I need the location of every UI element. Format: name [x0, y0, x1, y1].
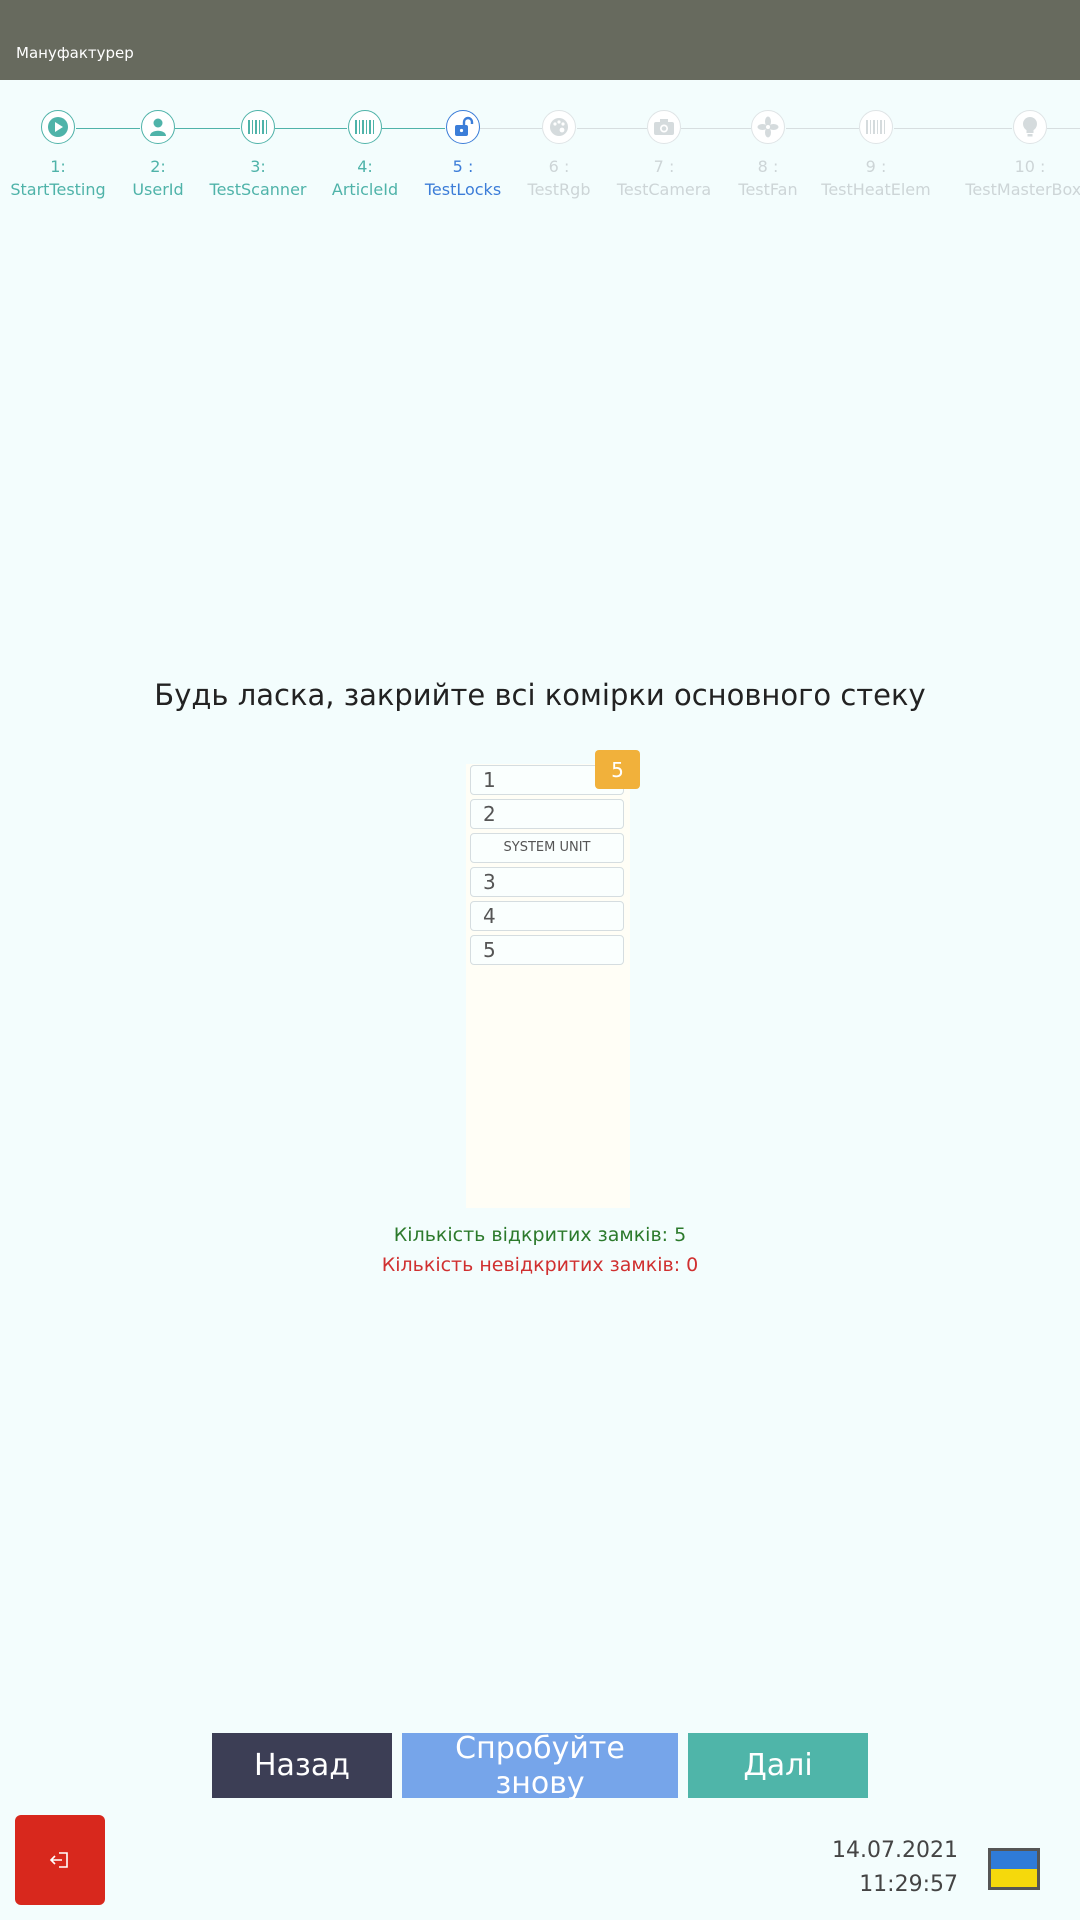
current-time: 11:29:57	[859, 1872, 958, 1897]
system-unit-cell: SYSTEM UNIT	[470, 833, 624, 863]
step-test-master-box-light[interactable]: 10 : TestMasterBoxLi	[960, 110, 1080, 202]
instruction-text: Будь ласка, закрийте всі комірки основно…	[154, 678, 926, 712]
step-label: TestHeatElem	[821, 180, 931, 199]
top-bar: Мануфактурер	[0, 0, 1080, 80]
play-icon	[41, 110, 75, 144]
app-title: Мануфактурер	[16, 44, 134, 62]
cell-number: 1	[483, 768, 496, 792]
open-count-badge: 5	[595, 750, 640, 789]
user-icon	[141, 110, 175, 144]
step-number: 10 :	[1014, 157, 1046, 176]
next-button[interactable]: Далі	[688, 1733, 868, 1798]
fan-icon	[751, 110, 785, 144]
palette-icon	[542, 110, 576, 144]
lock-cell-5[interactable]: 5	[470, 935, 624, 965]
system-unit-label: SYSTEM UNIT	[503, 840, 591, 855]
lock-stack	[466, 764, 630, 1208]
logout-button[interactable]	[15, 1815, 105, 1905]
barcode-icon	[241, 110, 275, 144]
cell-number: 2	[483, 802, 496, 826]
progress-stepper: 1: StartTesting 2: UserId 3: TestScanner…	[0, 110, 1080, 210]
cell-number: 4	[483, 904, 496, 928]
barcode-icon	[859, 110, 893, 144]
closed-locks-count: Кількість невідкритих замків: 0	[381, 1254, 699, 1276]
cell-number: 5	[483, 938, 496, 962]
language-flag-icon[interactable]	[988, 1848, 1040, 1890]
barcode-icon	[348, 110, 382, 144]
retry-button[interactable]: Спробуйте знову	[402, 1731, 678, 1801]
unlock-icon	[446, 110, 480, 144]
open-locks-count: Кількість відкритих замків: 5	[393, 1224, 687, 1246]
current-date: 14.07.2021	[832, 1838, 958, 1863]
cell-number: 3	[483, 870, 496, 894]
lock-cell-3[interactable]: 3	[470, 867, 624, 897]
flag-blue-stripe	[991, 1851, 1037, 1869]
back-button[interactable]: Назад	[212, 1733, 392, 1798]
bulb-icon	[1013, 110, 1047, 144]
step-label: TestMasterBoxLi	[965, 180, 1080, 199]
lock-cell-2[interactable]: 2	[470, 799, 624, 829]
step-test-heat-elem[interactable]: 9 : TestHeatElem	[806, 110, 946, 202]
lock-cell-4[interactable]: 4	[470, 901, 624, 931]
flag-yellow-stripe	[991, 1869, 1037, 1887]
step-number: 9 :	[865, 157, 887, 176]
camera-icon	[647, 110, 681, 144]
logout-icon	[49, 1852, 68, 1868]
